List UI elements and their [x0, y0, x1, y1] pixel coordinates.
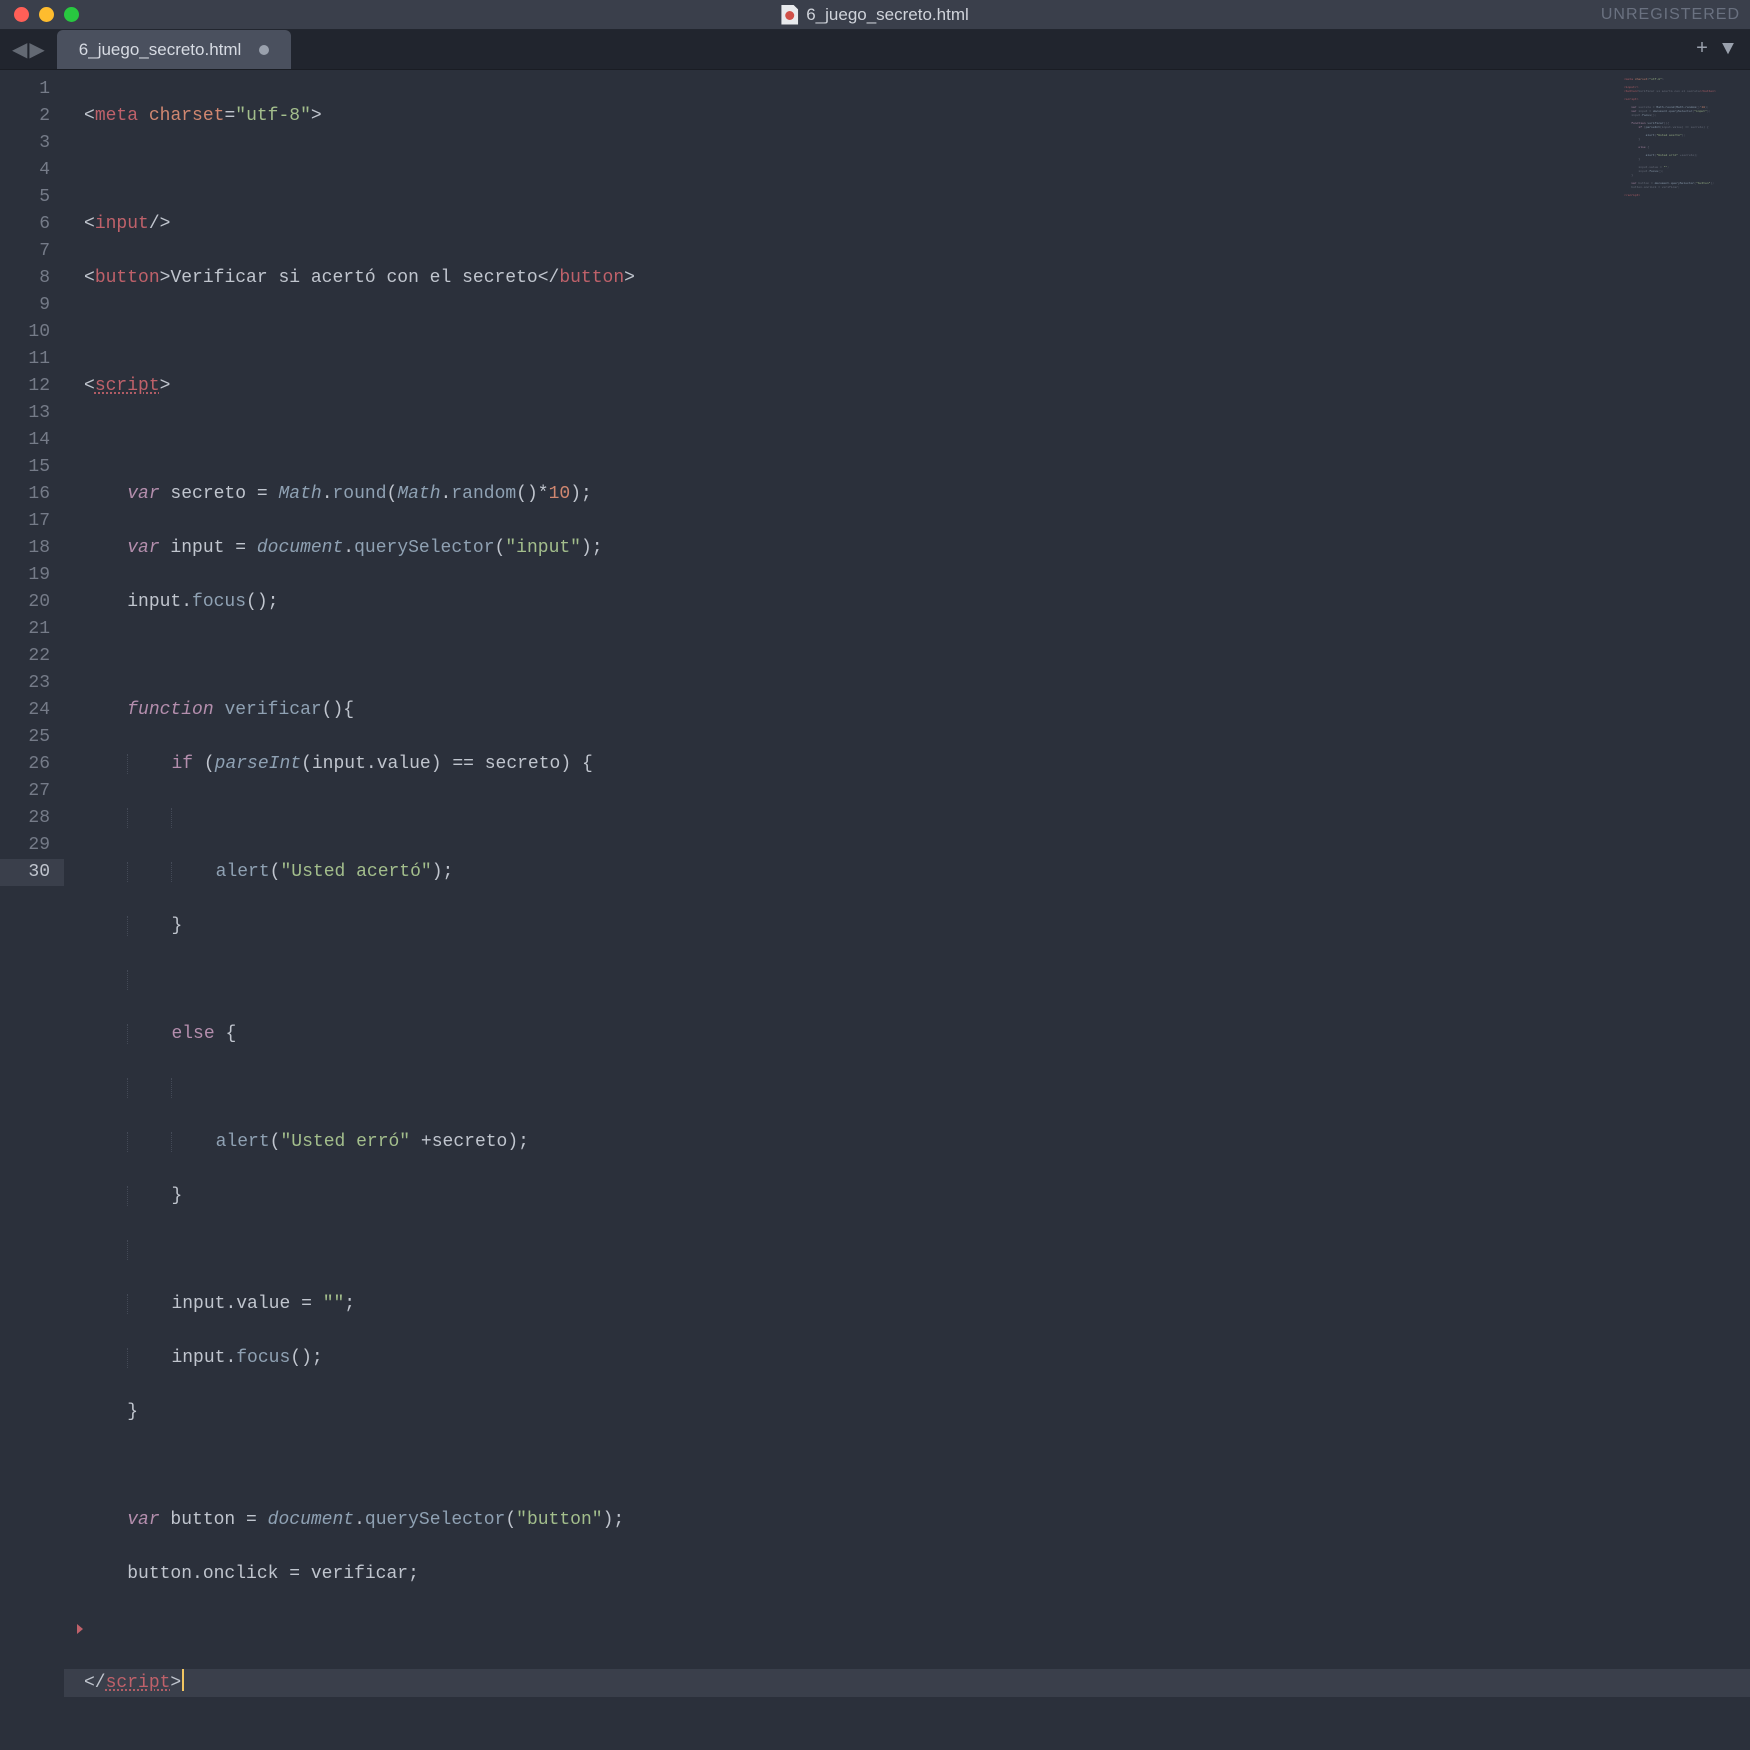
code-line[interactable]: <input/>: [84, 211, 1750, 238]
minimap[interactable]: <meta charset="utf-8"> <input/> <button>…: [1624, 74, 1744, 202]
minimize-icon[interactable]: [39, 7, 54, 22]
code-line[interactable]: }: [84, 1399, 1750, 1426]
unregistered-label: UNREGISTERED: [1601, 6, 1740, 24]
tab-dirty-indicator-icon: [259, 45, 269, 55]
tab-menu-icon[interactable]: ▼: [1722, 38, 1734, 61]
window-title: 6_juego_secreto.html: [781, 5, 969, 25]
window-title-text: 6_juego_secreto.html: [806, 5, 969, 25]
code-line[interactable]: var button = document.querySelector("but…: [84, 1507, 1750, 1534]
new-tab-icon[interactable]: +: [1696, 38, 1708, 61]
code-line[interactable]: input.focus();: [84, 1345, 1750, 1372]
line-number[interactable]: 17: [0, 508, 50, 535]
code-line[interactable]: </script>: [64, 1669, 1750, 1697]
code-line[interactable]: else {: [84, 1021, 1750, 1048]
line-number-gutter[interactable]: 1 2 3 4 5 6 7 8 9 10 11 12 13 14 15 16 1…: [0, 70, 64, 1236]
nav-forward-icon[interactable]: ▶: [29, 37, 44, 63]
line-number[interactable]: 27: [0, 778, 50, 805]
code-area[interactable]: <meta charset="utf-8"> <input/> <button>…: [64, 70, 1750, 1236]
tab-bar: ◀ ▶ 6_juego_secreto.html + ▼: [0, 30, 1750, 70]
tab-active[interactable]: 6_juego_secreto.html: [57, 30, 292, 69]
line-number[interactable]: 9: [0, 292, 50, 319]
code-line[interactable]: [84, 157, 1750, 184]
code-line[interactable]: [84, 1075, 1750, 1102]
code-line[interactable]: [84, 427, 1750, 454]
code-line[interactable]: input.focus();: [84, 589, 1750, 616]
line-number[interactable]: 26: [0, 751, 50, 778]
text-cursor-icon: [182, 1669, 184, 1691]
line-number[interactable]: 18: [0, 535, 50, 562]
line-number[interactable]: 25: [0, 724, 50, 751]
line-number[interactable]: 12: [0, 373, 50, 400]
window-titlebar: 6_juego_secreto.html UNREGISTERED: [0, 0, 1750, 30]
line-number[interactable]: 11: [0, 346, 50, 373]
line-number[interactable]: 30: [0, 859, 64, 886]
code-line[interactable]: [84, 1453, 1750, 1480]
close-icon[interactable]: [14, 7, 29, 22]
line-number[interactable]: 15: [0, 454, 50, 481]
tabbar-actions: + ▼: [1696, 30, 1750, 69]
line-number[interactable]: 4: [0, 157, 50, 184]
line-number[interactable]: 23: [0, 670, 50, 697]
code-line[interactable]: button.onclick = verificar;: [84, 1561, 1750, 1588]
line-number[interactable]: 13: [0, 400, 50, 427]
code-line[interactable]: [84, 1237, 1750, 1264]
code-line[interactable]: if (parseInt(input.value) == secreto) {: [84, 751, 1750, 778]
fold-marker-icon[interactable]: [77, 1624, 83, 1634]
line-number[interactable]: 14: [0, 427, 50, 454]
editor: 1 2 3 4 5 6 7 8 9 10 11 12 13 14 15 16 1…: [0, 70, 1750, 1236]
tab-history-nav: ◀ ▶: [0, 30, 57, 69]
line-number[interactable]: 8: [0, 265, 50, 292]
code-line[interactable]: var input = document.querySelector("inpu…: [84, 535, 1750, 562]
line-number[interactable]: 3: [0, 130, 50, 157]
window-controls: [0, 7, 79, 22]
line-number[interactable]: 6: [0, 211, 50, 238]
maximize-icon[interactable]: [64, 7, 79, 22]
line-number[interactable]: 5: [0, 184, 50, 211]
line-number[interactable]: 24: [0, 697, 50, 724]
line-number[interactable]: 22: [0, 643, 50, 670]
code-line[interactable]: [84, 805, 1750, 832]
code-line[interactable]: [84, 1615, 1750, 1642]
code-line[interactable]: <button>Verificar si acertó con el secre…: [84, 265, 1750, 292]
code-line[interactable]: function verificar(){: [84, 697, 1750, 724]
code-line[interactable]: var secreto = Math.round(Math.random()*1…: [84, 481, 1750, 508]
line-number[interactable]: 2: [0, 103, 50, 130]
code-line[interactable]: }: [84, 913, 1750, 940]
code-line[interactable]: <meta charset="utf-8">: [84, 103, 1750, 130]
code-line[interactable]: }: [84, 1183, 1750, 1210]
line-number[interactable]: 19: [0, 562, 50, 589]
line-number[interactable]: 16: [0, 481, 50, 508]
line-number[interactable]: 7: [0, 238, 50, 265]
line-number[interactable]: 21: [0, 616, 50, 643]
line-number[interactable]: 10: [0, 319, 50, 346]
code-line[interactable]: [84, 643, 1750, 670]
code-line[interactable]: [84, 319, 1750, 346]
line-number[interactable]: 20: [0, 589, 50, 616]
code-line[interactable]: <script>: [84, 373, 1750, 400]
code-line[interactable]: alert("Usted erró" +secreto);: [84, 1129, 1750, 1156]
code-line[interactable]: [84, 967, 1750, 994]
line-number[interactable]: 1: [0, 76, 50, 103]
tab-label: 6_juego_secreto.html: [79, 40, 242, 60]
nav-back-icon[interactable]: ◀: [12, 37, 27, 63]
code-line[interactable]: input.value = "";: [84, 1291, 1750, 1318]
line-number[interactable]: 29: [0, 832, 50, 859]
code-line[interactable]: alert("Usted acertó");: [84, 859, 1750, 886]
line-number[interactable]: 28: [0, 805, 50, 832]
file-icon: [781, 5, 798, 25]
